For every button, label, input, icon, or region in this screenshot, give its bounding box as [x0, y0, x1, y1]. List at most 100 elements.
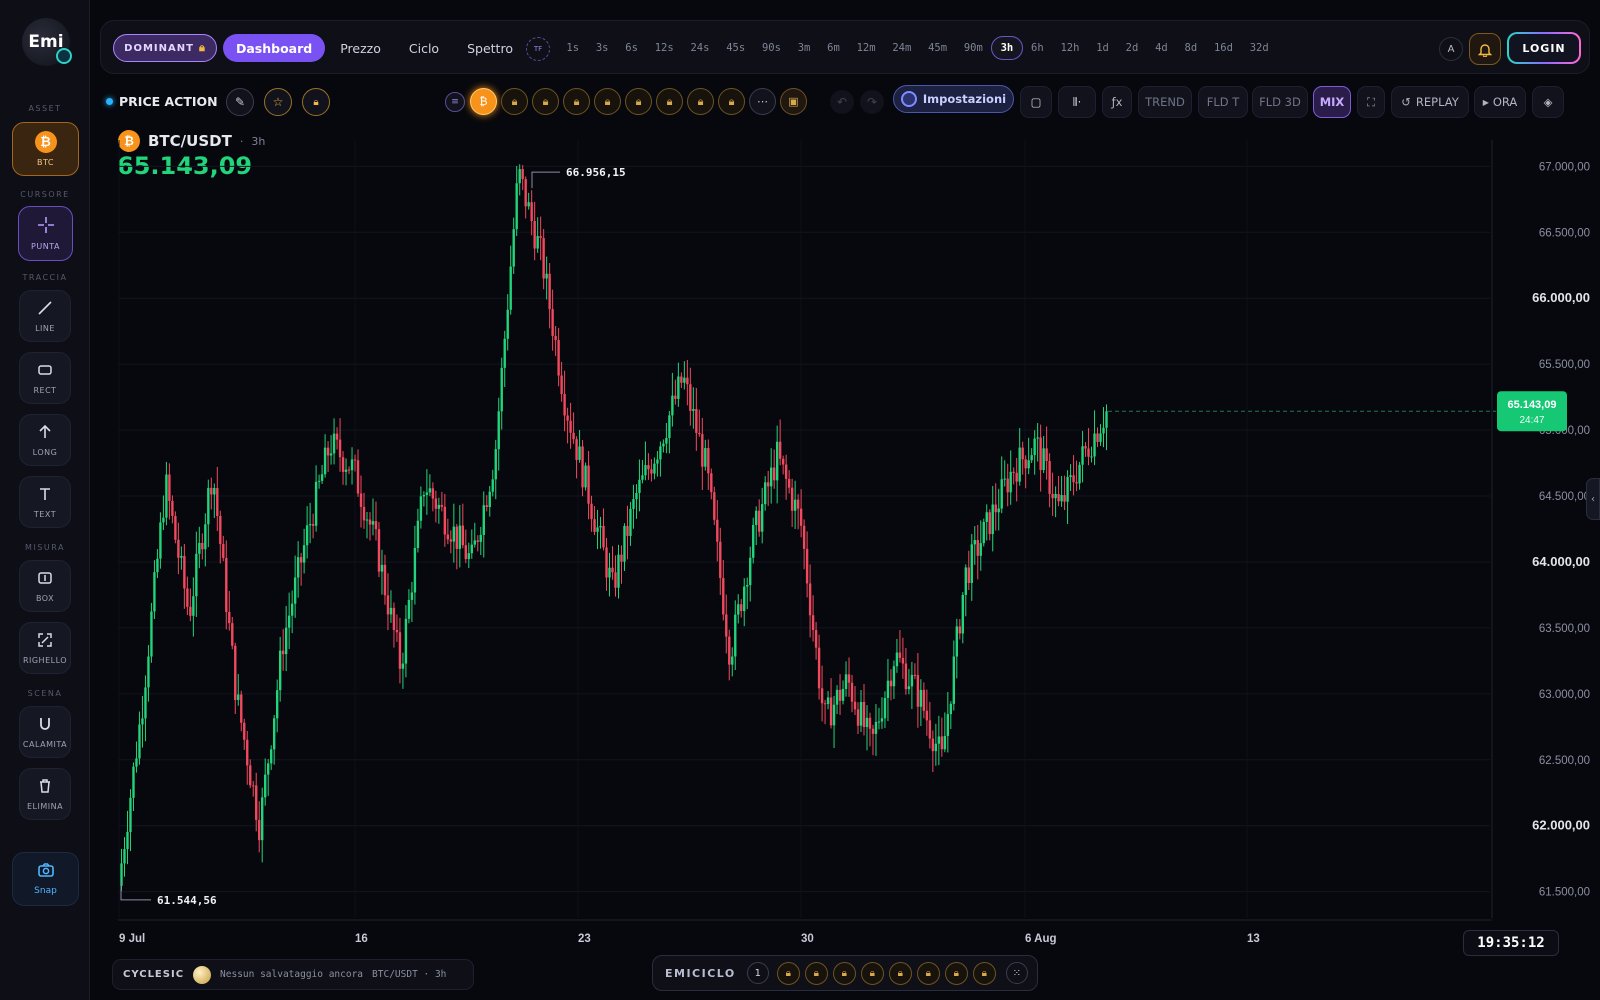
- candle-body: [979, 543, 982, 556]
- collapse-handle-icon[interactable]: ‹: [1586, 478, 1600, 520]
- candle-body: [278, 650, 282, 691]
- candle: [943, 712, 947, 753]
- candle-body: [332, 433, 336, 454]
- candle: [506, 294, 509, 351]
- locked-slot-icon[interactable]: 🔒︎: [776, 961, 800, 985]
- candle-body: [746, 584, 749, 587]
- candle-body: [638, 479, 641, 493]
- candle: [1045, 426, 1048, 480]
- candle: [838, 674, 842, 715]
- candle-body: [671, 395, 674, 416]
- emiciclo-number[interactable]: 1: [746, 962, 769, 984]
- candle: [1105, 404, 1108, 451]
- candle-body: [1000, 479, 1003, 509]
- candle-body: [515, 183, 518, 230]
- candle: [659, 441, 662, 477]
- candle-body: [425, 492, 429, 495]
- candle-body: [1039, 437, 1042, 471]
- candle-body: [219, 515, 222, 545]
- candle-body: [311, 524, 315, 526]
- candle-body: [635, 492, 638, 500]
- candle-body: [1060, 495, 1063, 502]
- candle-body: [575, 439, 578, 460]
- locked-slot-icon[interactable]: 🔒︎: [860, 961, 884, 985]
- candle: [425, 469, 429, 515]
- candle: [946, 691, 950, 753]
- candle-body: [731, 656, 734, 665]
- candle-body: [793, 499, 797, 511]
- grid-dots-icon[interactable]: ⁙: [1005, 962, 1028, 984]
- candle-body: [823, 703, 827, 705]
- candlestick-chart[interactable]: 67.000,0066.500,0066.000,0065.500,0065.0…: [0, 0, 1600, 1000]
- moon-icon: [193, 965, 212, 984]
- candle: [985, 504, 988, 541]
- candle-body: [422, 494, 426, 497]
- y-tick-label: 63.000,00: [1539, 689, 1590, 701]
- candle: [850, 674, 854, 713]
- candle: [1072, 455, 1075, 496]
- candle-body: [763, 482, 767, 505]
- candle-body: [398, 632, 402, 669]
- candle-body: [707, 448, 710, 474]
- high-label: 66.956,15: [566, 166, 626, 179]
- candle-body: [258, 819, 261, 841]
- candle-body: [629, 508, 632, 536]
- candle: [796, 494, 800, 530]
- candle-body: [916, 675, 920, 707]
- candle: [275, 679, 279, 733]
- candle-body: [237, 694, 240, 701]
- locked-slot-icon[interactable]: 🔒︎: [804, 961, 828, 985]
- candle: [970, 533, 973, 601]
- candle-body: [464, 545, 467, 560]
- candle: [1078, 461, 1081, 490]
- candle: [1009, 450, 1012, 505]
- candle-body: [126, 832, 129, 850]
- candle: [551, 289, 554, 351]
- candle: [566, 407, 569, 444]
- candle-body: [204, 524, 207, 550]
- candle: [569, 402, 572, 449]
- candle-body: [521, 169, 524, 180]
- candle-body: [452, 526, 456, 542]
- candle-body: [491, 479, 494, 492]
- candle-body: [578, 446, 581, 460]
- candle: [186, 576, 189, 616]
- candle-body: [656, 459, 659, 464]
- candle-body: [395, 630, 399, 633]
- candle-body: [937, 736, 941, 744]
- locked-slot-icon[interactable]: 🔒︎: [916, 961, 940, 985]
- candle-body: [940, 736, 944, 750]
- candle-body: [602, 525, 605, 548]
- candle: [135, 741, 138, 773]
- candle-body: [988, 512, 991, 535]
- candle-body: [234, 645, 237, 701]
- cyclesic-status: Nessun salvataggio ancora: [220, 969, 364, 980]
- candle: [728, 629, 731, 681]
- locked-slot-icon[interactable]: 🔒︎: [944, 961, 968, 985]
- candle-body: [632, 499, 635, 509]
- candle-body: [389, 607, 393, 615]
- y-tick-label: 65.500,00: [1539, 359, 1590, 371]
- candle: [278, 636, 282, 702]
- x-tick-label: 16: [355, 933, 368, 945]
- candle-body: [877, 721, 881, 723]
- candle: [671, 372, 674, 427]
- candle: [255, 772, 258, 832]
- candle: [605, 537, 608, 591]
- candle: [446, 518, 450, 545]
- cyclesic-context: BTC/USDT · 3h: [372, 969, 447, 980]
- candle: [716, 500, 719, 562]
- locked-slot-icon[interactable]: 🔒︎: [888, 961, 912, 985]
- cyclesic-panel[interactable]: CYCLESIC Nessun salvataggio ancora BTC/U…: [112, 959, 474, 990]
- candle: [380, 549, 384, 595]
- candle-body: [431, 488, 435, 499]
- candle-body: [1003, 478, 1006, 480]
- locked-slot-icon[interactable]: 🔒︎: [832, 961, 856, 985]
- candle-body: [509, 266, 512, 310]
- candle: [1066, 470, 1069, 525]
- candle-body: [213, 487, 216, 495]
- candle-body: [476, 540, 479, 542]
- locked-slot-icon[interactable]: 🔒︎: [972, 961, 996, 985]
- candle: [392, 602, 396, 648]
- candle-body: [692, 409, 695, 411]
